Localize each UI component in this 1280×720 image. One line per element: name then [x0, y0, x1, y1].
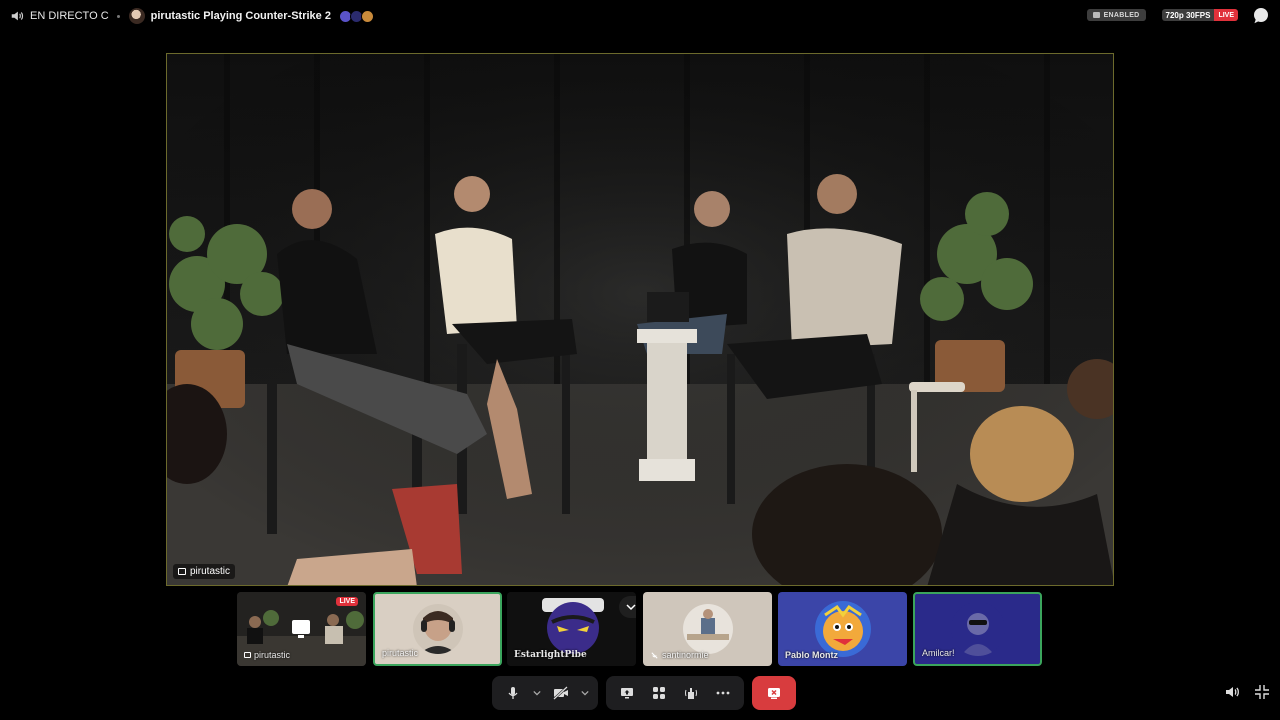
- game-icon: [360, 9, 374, 23]
- screen-share-icon: [1092, 12, 1100, 18]
- mic-options-button[interactable]: [530, 678, 544, 708]
- avatar-image: [950, 602, 1005, 656]
- stream-title[interactable]: pirutastic Playing Counter-Strike 2: [151, 10, 331, 22]
- tile-name: Pablo Montz: [785, 650, 838, 660]
- stream-status: ENABLED 720p 30FPS LIVE: [1086, 8, 1268, 22]
- end-call-button[interactable]: [752, 676, 796, 710]
- muted-icon: [651, 651, 658, 659]
- stream-header: EN DIRECTO C pirutastic Playing Counter-…: [10, 7, 374, 25]
- live-channel-label[interactable]: EN DIRECTO C: [30, 10, 109, 22]
- activities-icon: [653, 687, 665, 699]
- screen-share-icon: [621, 688, 633, 699]
- participant-tile[interactable]: EstarlightPibe: [507, 592, 636, 666]
- webcam-preview: [682, 604, 733, 654]
- tile-live-badge: LIVE: [336, 597, 358, 606]
- volume-icon: [1226, 687, 1239, 697]
- camera-button[interactable]: [546, 678, 576, 708]
- tile-name: pirutastic: [382, 648, 419, 658]
- tile-name-label: pirutastic: [382, 648, 418, 658]
- more-icon: [716, 691, 730, 695]
- chat-bubble-icon[interactable]: [1254, 8, 1268, 22]
- more-button[interactable]: [708, 678, 738, 708]
- view-controls: [1224, 684, 1270, 700]
- tile-name: Amilcar!: [922, 648, 955, 658]
- participant-strip: LIVE pirutastic pirutastic EstarlightPib…: [237, 592, 1045, 666]
- quality-label: 720p 30FPS: [1161, 9, 1215, 21]
- stream-video-frame: [167, 54, 1113, 585]
- camera-options-button[interactable]: [578, 678, 592, 708]
- participant-tile[interactable]: pirutastic: [373, 592, 502, 666]
- speaker-icon[interactable]: [10, 9, 24, 23]
- webcam-preview: [412, 604, 463, 654]
- chevron-down-icon: [581, 690, 589, 696]
- tile-name: EstarlightPibe: [514, 650, 587, 660]
- chevron-down-icon: [533, 690, 541, 696]
- end-call-icon: [768, 688, 780, 699]
- top-bar: EN DIRECTO C pirutastic Playing Counter-…: [0, 0, 1280, 32]
- streamer-name: pirutastic: [190, 566, 231, 577]
- enabled-badge[interactable]: ENABLED: [1086, 9, 1146, 21]
- main-stream-video[interactable]: pirutastic: [166, 53, 1114, 586]
- screen-share-icon: [292, 620, 310, 638]
- share-screen-button[interactable]: [612, 678, 642, 708]
- participant-tile[interactable]: Amilcar!: [913, 592, 1042, 666]
- tile-name-label: Pablo Montz: [785, 650, 838, 660]
- tile-name-label: EstarlightPibe: [514, 650, 587, 660]
- participant-tile[interactable]: Pablo Montz: [778, 592, 907, 666]
- screen-share-icon: [178, 568, 186, 575]
- separator-dot: [116, 14, 120, 18]
- activity-group: [606, 676, 744, 710]
- enabled-label: ENABLED: [1103, 11, 1140, 19]
- call-controls: [492, 676, 796, 710]
- avatar: [814, 601, 871, 657]
- stage-view-toggle[interactable]: [619, 596, 636, 618]
- chevron-down-icon: [625, 604, 636, 611]
- tile-name-label: santinormie: [650, 650, 709, 660]
- participant-tile[interactable]: santinormie: [643, 592, 772, 666]
- tile-name-label: Amilcar!: [922, 648, 955, 658]
- tile-name: santinormie: [662, 650, 709, 660]
- soundboard-icon: [685, 688, 697, 699]
- participant-tile[interactable]: LIVE pirutastic: [237, 592, 366, 666]
- microphone-icon: [508, 687, 518, 699]
- mic-camera-group: [492, 676, 598, 710]
- live-badge: LIVE: [1214, 9, 1238, 21]
- exit-fullscreen-icon: [1255, 685, 1269, 699]
- activities-button[interactable]: [644, 678, 674, 708]
- tile-name-label: pirutastic: [244, 650, 290, 660]
- avatar: [950, 602, 1005, 656]
- mic-button[interactable]: [498, 678, 528, 708]
- tile-name: pirutastic: [254, 650, 291, 660]
- fullscreen-button[interactable]: [1254, 684, 1270, 700]
- volume-button[interactable]: [1224, 684, 1240, 700]
- avatar: [412, 604, 463, 654]
- camera-off-icon: [553, 686, 568, 700]
- streamer-name-tag: pirutastic: [173, 564, 236, 579]
- screen-share-icon: [244, 652, 251, 658]
- avatar: [682, 604, 733, 654]
- streamer-avatar[interactable]: [128, 8, 145, 24]
- soundboard-button[interactable]: [676, 678, 706, 708]
- avatar-image: [814, 601, 871, 657]
